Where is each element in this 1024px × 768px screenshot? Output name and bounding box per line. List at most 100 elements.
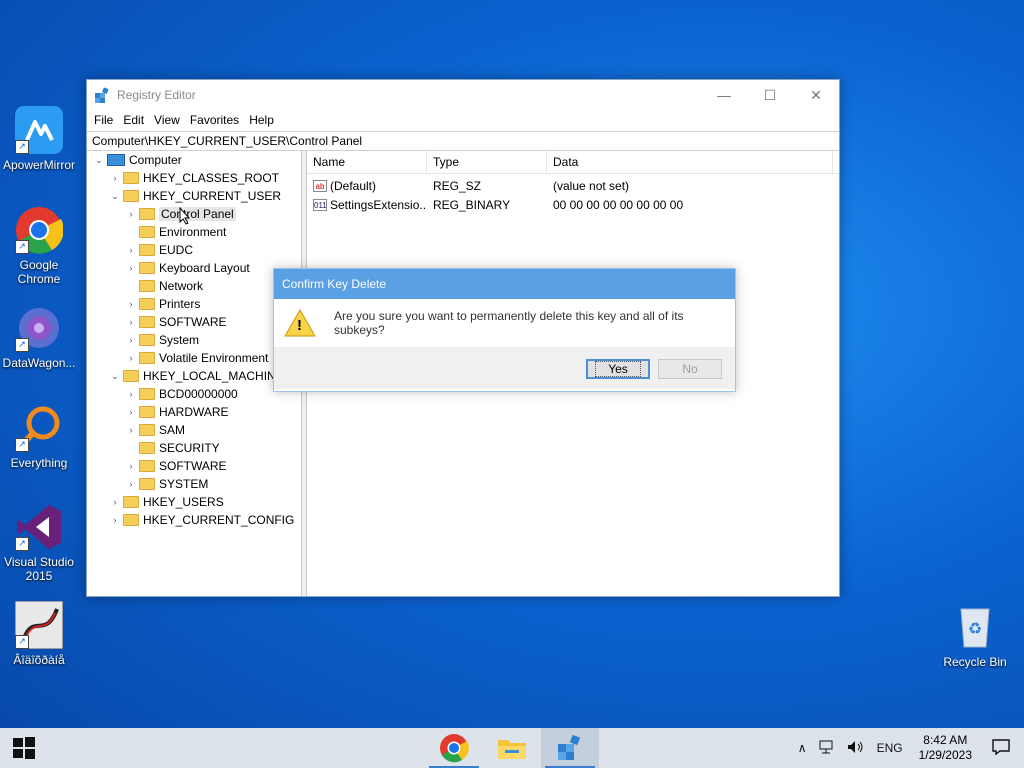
chevron-right-icon[interactable]: › (125, 209, 137, 219)
tree-node-eudc[interactable]: › EUDC (125, 241, 194, 259)
show-hidden-icons-chevron[interactable]: ∧ (792, 741, 813, 755)
desktop-icon-label: ApowerMirror (2, 158, 75, 172)
dialog-message: Are you sure you want to permanently del… (334, 309, 684, 337)
chevron-right-icon[interactable]: › (125, 317, 137, 327)
folder-icon (123, 496, 139, 508)
action-center-icon[interactable] (982, 738, 1024, 758)
start-button[interactable] (0, 728, 48, 768)
chevron-down-icon[interactable]: ⌄ (109, 371, 121, 382)
tree-node-computer[interactable]: ⌄ Computer (93, 151, 181, 169)
folder-icon (139, 352, 155, 364)
tree-node-bcd[interactable]: › BCD00000000 (125, 385, 238, 403)
desktop-icon-recycle-bin[interactable]: ♻ Recycle Bin (936, 603, 1014, 669)
value-name: (Default) (330, 178, 377, 193)
dialog-title[interactable]: Confirm Key Delete (274, 269, 735, 299)
chevron-right-icon[interactable]: › (125, 425, 137, 435)
tree-node-volatile-environment[interactable]: › Volatile Environment (125, 349, 269, 367)
folder-icon (139, 208, 155, 220)
tree-node-system-hklm[interactable]: › SYSTEM (125, 475, 209, 493)
tree-node-security[interactable]: SECURITY (125, 439, 220, 457)
tree-node-hkey-current-config[interactable]: › HKEY_CURRENT_CONFIG (109, 511, 295, 529)
menu-favorites[interactable]: Favorites (185, 113, 244, 127)
yes-button[interactable]: Yes (586, 359, 650, 379)
value-data: 00 00 00 00 00 00 00 00 (553, 197, 684, 212)
chevron-right-icon[interactable]: › (109, 515, 121, 525)
chevron-right-icon[interactable]: › (109, 497, 121, 507)
column-header-data[interactable]: Data (547, 151, 833, 173)
tree-node-system-hkcu[interactable]: › System (125, 331, 200, 349)
apowermirror-icon: ↗ (15, 106, 63, 154)
folder-icon (139, 460, 155, 472)
chevron-right-icon[interactable]: › (125, 245, 137, 255)
binary-value-icon: 011 (313, 199, 327, 212)
folder-icon (139, 442, 155, 454)
desktop-icon-vodohran[interactable]: ↗ Âîäîõðàíå (0, 600, 78, 667)
chevron-right-icon[interactable]: › (109, 173, 121, 183)
desktop-icon-label: Âîäîõðàíå (13, 653, 65, 667)
shortcut-arrow-icon: ↗ (15, 338, 29, 352)
maximize-button[interactable]: ☐ (747, 80, 793, 110)
menu-file[interactable]: File (89, 113, 118, 127)
tree-node-hkey-classes-root[interactable]: › HKEY_CLASSES_ROOT (109, 169, 280, 187)
key-tree[interactable]: ⌄ Computer › HKEY_CLASSES_ROOT ⌄ HKEY_CURRE… (87, 151, 302, 596)
menu-view[interactable]: View (149, 113, 185, 127)
registry-editor-icon (558, 734, 581, 760)
recycle-bin-icon: ♻ (951, 603, 999, 651)
tree-node-hkey-users[interactable]: › HKEY_USERS (109, 493, 224, 511)
mouse-cursor-icon (179, 207, 191, 225)
desktop-icon-apowermirror[interactable]: ↗ ApowerMirror (0, 106, 78, 172)
taskbar-chrome[interactable] (425, 728, 483, 768)
chevron-right-icon[interactable]: › (125, 335, 137, 345)
tree-node-hardware[interactable]: › HARDWARE (125, 403, 229, 421)
tree-node-hkey-current-user[interactable]: ⌄ HKEY_CURRENT_USER (109, 187, 281, 205)
input-language[interactable]: ENG (871, 741, 909, 755)
folder-icon (498, 740, 526, 759)
tree-node-software-hkcu[interactable]: › SOFTWARE (125, 313, 227, 331)
chevron-down-icon[interactable]: ⌄ (93, 155, 105, 166)
value-data: (value not set) (553, 178, 630, 193)
chevron-right-icon[interactable]: › (125, 299, 137, 309)
desktop-icon-visual-studio[interactable]: ↗ Visual Studio 2015 (0, 503, 78, 583)
menu-help[interactable]: Help (244, 113, 279, 127)
value-row[interactable]: ab (Default) REG_SZ (value not set) (307, 176, 839, 195)
network-icon[interactable] (813, 740, 841, 757)
datawagon-icon: ↗ (15, 304, 63, 352)
chevron-right-icon[interactable]: › (125, 389, 137, 399)
chevron-down-icon[interactable]: ⌄ (109, 191, 121, 202)
close-button[interactable]: ✕ (793, 80, 839, 110)
tree-node-printers[interactable]: › Printers (125, 295, 201, 313)
desktop-icon-everything[interactable]: ↗ Everything (0, 404, 78, 470)
desktop-icon-datawagon[interactable]: ↗ DataWagon... (0, 304, 78, 370)
taskbar-file-explorer[interactable] (483, 728, 541, 768)
tree-node-sam[interactable]: › SAM (125, 421, 186, 439)
value-row[interactable]: 011 SettingsExtensio... REG_BINARY 00 00 … (307, 195, 839, 214)
chevron-right-icon[interactable]: › (125, 263, 137, 273)
column-header-type[interactable]: Type (427, 151, 547, 173)
menu-edit[interactable]: Edit (118, 113, 149, 127)
column-headers: Name Type Data (307, 151, 839, 174)
no-button[interactable]: No (658, 359, 722, 379)
folder-icon (123, 514, 139, 526)
chevron-right-icon[interactable]: › (125, 461, 137, 471)
tree-node-network[interactable]: Network (125, 277, 203, 295)
desktop-icon-google-chrome[interactable]: ↗ Google Chrome (0, 206, 78, 286)
taskbar-registry-editor[interactable] (541, 728, 599, 768)
chevron-right-icon[interactable]: › (125, 479, 137, 489)
column-header-name[interactable]: Name (307, 151, 427, 173)
tree-node-keyboard-layout[interactable]: › Keyboard Layout (125, 259, 250, 277)
minimize-button[interactable]: — (701, 80, 747, 110)
desktop-icon-label: Recycle Bin (943, 655, 1007, 669)
address-bar[interactable]: Computer\HKEY_CURRENT_USER\Control Panel (87, 131, 839, 151)
tree-node-software-hklm[interactable]: › SOFTWARE (125, 457, 227, 475)
chevron-right-icon[interactable]: › (125, 407, 137, 417)
clock[interactable]: 8:42 AM 1/29/2023 (909, 733, 982, 763)
tree-node-environment[interactable]: Environment (125, 223, 226, 241)
folder-icon (139, 280, 155, 292)
folder-icon (123, 172, 139, 184)
volume-icon[interactable] (841, 740, 871, 757)
chrome-icon (440, 734, 469, 763)
confirm-key-delete-dialog[interactable]: Confirm Key Delete ! Are you sure you wa… (273, 268, 736, 392)
tree-node-hkey-local-machine[interactable]: ⌄ HKEY_LOCAL_MACHINE (109, 367, 284, 385)
chevron-right-icon[interactable]: › (125, 353, 137, 363)
title-bar[interactable]: Registry Editor — ☐ ✕ (87, 80, 839, 110)
